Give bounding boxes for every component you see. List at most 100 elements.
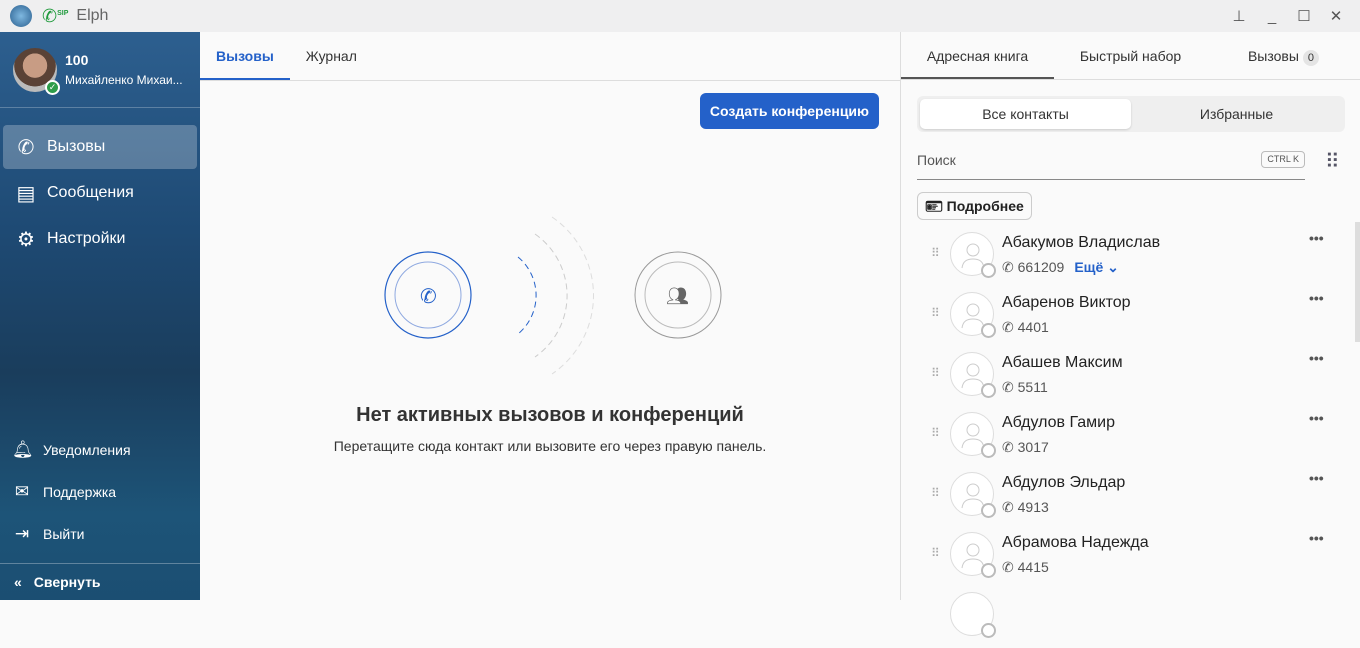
drag-handle-icon[interactable]: ⠿ xyxy=(931,426,940,440)
more-options-icon[interactable]: ••• xyxy=(1309,350,1324,366)
phone-icon: ✆ xyxy=(420,286,437,308)
logout-icon: ⇥ xyxy=(14,524,30,543)
contact-name: Абдулов Гамир xyxy=(1002,414,1115,431)
contact-number[interactable]: 4401 xyxy=(1018,319,1049,335)
drag-handle-icon[interactable]: ⠿ xyxy=(931,546,940,560)
app-title: Elph xyxy=(76,7,109,24)
sidebar-item-label: Настройки xyxy=(47,230,126,247)
tab-journal[interactable]: Журнал xyxy=(290,32,373,80)
segment-all-contacts[interactable]: Все контакты xyxy=(920,99,1131,129)
collapse-button[interactable]: « Свернуть xyxy=(0,563,200,600)
close-button[interactable]: ✕ xyxy=(1319,0,1353,32)
calls-count-badge: 0 xyxy=(1302,50,1320,66)
contact-avatar xyxy=(950,532,996,578)
sidebar-item-label: Выйти xyxy=(43,526,85,542)
phone-icon: ✆ xyxy=(1002,559,1014,575)
sidebar-item-label: Уведомления xyxy=(43,442,131,458)
app-logo-icon xyxy=(10,5,32,27)
minimize-button[interactable]: _ xyxy=(1255,0,1289,32)
search-placeholder: Поиск xyxy=(917,152,956,168)
contact-number-line: ✆ 4913 xyxy=(1002,499,1049,516)
contact-number-line: ✆ 4415 xyxy=(1002,559,1049,576)
phone-icon: ✆ xyxy=(1002,319,1014,335)
phone-icon: ✆ xyxy=(1002,379,1014,395)
more-options-icon[interactable]: ••• xyxy=(1309,290,1324,306)
contact-number-line: ✆ 5511 xyxy=(1002,379,1048,396)
shortcut-hint: CTRL K xyxy=(1261,151,1305,168)
scrollbar[interactable] xyxy=(1355,222,1360,342)
gear-icon: ⚙ xyxy=(17,228,35,251)
tab-calls[interactable]: Вызовы xyxy=(200,32,290,80)
contact-number[interactable]: 3017 xyxy=(1018,439,1049,455)
bell-icon: 🔔︎ xyxy=(12,440,34,459)
details-button[interactable]: 🪪︎ Подробнее xyxy=(917,192,1032,220)
more-options-icon[interactable]: ••• xyxy=(1309,410,1324,426)
more-options-icon[interactable]: ••• xyxy=(1309,230,1324,246)
drag-handle-icon[interactable]: ⠿ xyxy=(931,366,940,380)
avatar: ✓ xyxy=(13,47,60,95)
create-conference-button[interactable]: Создать конференцию xyxy=(699,93,879,129)
segment-favorites[interactable]: Избранные xyxy=(1131,99,1342,129)
empty-state-subtitle: Перетащите сюда контакт или вызовите его… xyxy=(333,438,767,454)
chevrons-left-icon: « xyxy=(14,574,22,590)
user-profile[interactable]: ✓ 100 Михайленко Михаи... xyxy=(0,32,200,108)
more-numbers-button[interactable]: Ещё ⌄ xyxy=(1074,259,1119,275)
tab-speed-dial[interactable]: Быстрый набор xyxy=(1054,32,1207,79)
contact-avatar xyxy=(950,352,996,398)
mail-icon: ✉ xyxy=(14,482,30,501)
contact-number[interactable]: 661209 xyxy=(1018,259,1065,275)
maximize-button[interactable]: ☐ xyxy=(1287,0,1321,32)
contact-row[interactable]: ⠿ Абаренов Виктор ✆ 4401 ••• xyxy=(901,288,1341,348)
contact-row[interactable]: ⠿ Абдулов Гамир ✆ 3017 ••• xyxy=(901,408,1341,468)
contact-avatar xyxy=(950,592,996,638)
contact-name: Абашев Максим xyxy=(1002,354,1123,371)
message-icon: ▤ xyxy=(16,182,36,205)
contact-name: Абаренов Виктор xyxy=(1002,294,1131,311)
contact-row[interactable]: ⠿ Абашев Максим ✆ 5511 ••• xyxy=(901,348,1341,408)
contact-row[interactable]: ⠿ Абрамова Надежда ✆ 4415 ••• xyxy=(901,528,1341,588)
empty-state-illustration: ✆ 👥︎ xyxy=(384,216,722,375)
user-number: 100 xyxy=(65,52,89,68)
contact-number[interactable]: 4913 xyxy=(1018,499,1049,515)
status-online-icon: ✓ xyxy=(45,79,60,95)
tab-right-calls[interactable]: Вызовы 0 xyxy=(1207,32,1360,79)
sidebar-item-logout[interactable]: ⇥ Выйти xyxy=(0,519,200,549)
drag-handle-icon[interactable]: ⠿ xyxy=(931,306,940,320)
sidebar-item-calls[interactable]: ✆ Вызовы xyxy=(3,125,197,169)
user-name: Михайленко Михаи... xyxy=(65,73,183,87)
pin-icon[interactable]: ⊥ xyxy=(1222,0,1256,32)
sidebar-item-messages[interactable]: ▤ Сообщения xyxy=(3,171,197,215)
contact-row[interactable]: ⠿ Абдулов Эльдар ✆ 4913 ••• xyxy=(901,468,1341,528)
tab-label: Вызовы xyxy=(1247,48,1299,64)
users-icon: 👥︎ xyxy=(666,286,689,306)
calls-panel: Вызовы Журнал Создать конференцию ✆ 👥︎ Н… xyxy=(200,32,900,600)
contacts-panel: Адресная книга Быстрый набор Вызовы 0 Все… xyxy=(900,32,1360,638)
contact-name: Абдулов Эльдар xyxy=(1002,474,1126,491)
more-options-icon[interactable]: ••• xyxy=(1309,530,1324,546)
sidebar-item-settings[interactable]: ⚙ Настройки xyxy=(3,217,197,261)
contact-row-partial[interactable] xyxy=(901,588,1341,648)
tab-address-book[interactable]: Адресная книга xyxy=(901,32,1054,79)
contact-avatar xyxy=(950,232,996,278)
drag-handle-icon[interactable]: ⠿ xyxy=(931,486,940,500)
sidebar: ✓ 100 Михайленко Михаи... ✆ Вызовы ▤ Сообще… xyxy=(0,32,200,600)
more-options-icon[interactable]: ••• xyxy=(1309,470,1324,486)
sip-phone-icon: ✆SIP xyxy=(42,5,69,26)
drag-handle-icon[interactable]: ⠿ xyxy=(931,246,940,260)
sidebar-item-label: Вызовы xyxy=(47,138,106,155)
contact-avatar xyxy=(950,412,996,458)
contact-number[interactable]: 4415 xyxy=(1018,559,1049,575)
contact-number-line: ✆ 4401 xyxy=(1002,319,1049,336)
contact-avatar xyxy=(950,292,996,338)
title-bar: ✆SIP Elph ⊥ _ ☐ ✕ xyxy=(0,0,1360,32)
dialpad-icon[interactable]: ⠿ xyxy=(1325,149,1340,174)
sidebar-item-notifications[interactable]: 🔔︎ Уведомления xyxy=(0,435,200,465)
phone-icon: ✆ xyxy=(1002,259,1014,275)
contact-number[interactable]: 5511 xyxy=(1018,379,1048,395)
contact-number-line: ✆ 3017 xyxy=(1002,439,1049,456)
contact-number-line: ✆ 661209 Ещё ⌄ xyxy=(1002,259,1119,276)
contact-row[interactable]: ⠿ Абакумов Владислав ✆ 661209 Ещё ⌄ ••• xyxy=(901,228,1341,288)
sidebar-item-label: Поддержка xyxy=(43,484,117,500)
search-input[interactable]: Поиск CTRL K xyxy=(917,144,1305,180)
sidebar-item-support[interactable]: ✉ Поддержка xyxy=(0,477,200,507)
